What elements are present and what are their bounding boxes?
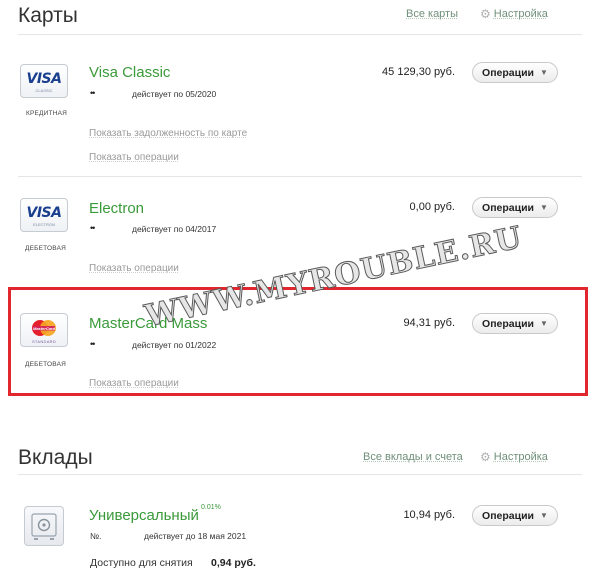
chevron-down-icon: ▼ <box>540 203 548 212</box>
visa-logo: VISA <box>26 205 62 221</box>
operations-label: Операции <box>482 317 535 330</box>
visa-classic-sub-label: CLASSIC <box>35 88 53 93</box>
visa-classic-card-icon: VISA CLASSIC <box>20 64 68 98</box>
card-validity: действует по 04/2017 <box>132 224 217 234</box>
deposits-header-divider <box>18 474 582 475</box>
deposits-settings-label: Настройка <box>493 451 548 463</box>
all-deposits-link[interactable]: Все вклады и счета <box>363 451 463 463</box>
visa-logo: VISA <box>26 71 62 87</box>
card-type-label: ДЕБЕТОВАЯ <box>25 361 67 368</box>
card-validity: действует по 05/2020 <box>132 89 217 99</box>
gear-icon: ⚙ <box>480 7 491 21</box>
operations-label: Операции <box>482 66 535 79</box>
cards-settings-label: Настройка <box>493 8 548 20</box>
operations-button[interactable]: Операции ▼ <box>472 62 558 83</box>
card-validity: действует по 01/2022 <box>132 340 217 350</box>
chevron-down-icon: ▼ <box>540 319 548 328</box>
deposit-rate: 0.01% <box>201 504 221 511</box>
operations-label: Операции <box>482 201 535 214</box>
card-number-mask: •• <box>90 223 95 233</box>
visa-electron-sub-label: ELECTRON <box>33 222 55 227</box>
visa-electron-card-icon: VISA ELECTRON <box>20 198 68 232</box>
mastercard-mass-card-icon: MasterCard STANDARD <box>20 313 68 347</box>
cards-header-divider <box>18 34 582 35</box>
show-operations-link[interactable]: Показать операции <box>89 378 179 389</box>
mastercard-sub-label: STANDARD <box>31 339 57 344</box>
gear-icon: ⚙ <box>480 450 491 464</box>
deposit-balance: 10,94 руб. <box>403 509 455 521</box>
show-operations-link[interactable]: Показать операции <box>89 263 179 274</box>
operations-button[interactable]: Операции ▼ <box>472 197 558 218</box>
chevron-down-icon: ▼ <box>540 511 548 520</box>
card-type-label: ДЕБЕТОВАЯ <box>25 245 67 252</box>
deposit-number-label: №. <box>90 531 102 541</box>
card-balance: 45 129,30 руб. <box>382 66 455 78</box>
card-number-mask: •• <box>90 339 95 349</box>
all-cards-link[interactable]: Все карты <box>406 8 458 20</box>
cards-settings-link[interactable]: ⚙ Настройка <box>480 7 548 21</box>
show-operations-link[interactable]: Показать операции <box>89 152 179 163</box>
deposits-section-title: Вклады <box>18 446 93 469</box>
operations-button[interactable]: Операции ▼ <box>472 505 558 526</box>
available-label: Доступно для снятия <box>90 557 193 569</box>
card-name-link[interactable]: Electron <box>89 200 144 217</box>
card-number-mask: •• <box>90 88 95 98</box>
deposit-validity: действует до 18 мая 2021 <box>144 531 247 541</box>
card-balance: 94,31 руб. <box>403 317 455 329</box>
chevron-down-icon: ▼ <box>540 68 548 77</box>
cards-section-title: Карты <box>18 4 78 27</box>
card-type-label: КРЕДИТНАЯ <box>26 110 68 117</box>
operations-button[interactable]: Операции ▼ <box>472 313 558 334</box>
card-name-link[interactable]: Visa Classic <box>89 64 170 81</box>
safe-icon <box>24 506 64 546</box>
safe-dial-icon <box>31 513 57 540</box>
card-divider <box>18 176 582 177</box>
deposits-settings-link[interactable]: ⚙ Настройка <box>480 450 548 464</box>
deposit-name-link[interactable]: Универсальный <box>89 507 199 524</box>
card-balance: 0,00 руб. <box>409 201 455 213</box>
available-value: 0,94 руб. <box>211 557 256 569</box>
show-debt-link[interactable]: Показать задолженность по карте <box>89 128 247 139</box>
mastercard-wordmark: MasterCard <box>32 326 55 331</box>
operations-label: Операции <box>482 509 535 522</box>
